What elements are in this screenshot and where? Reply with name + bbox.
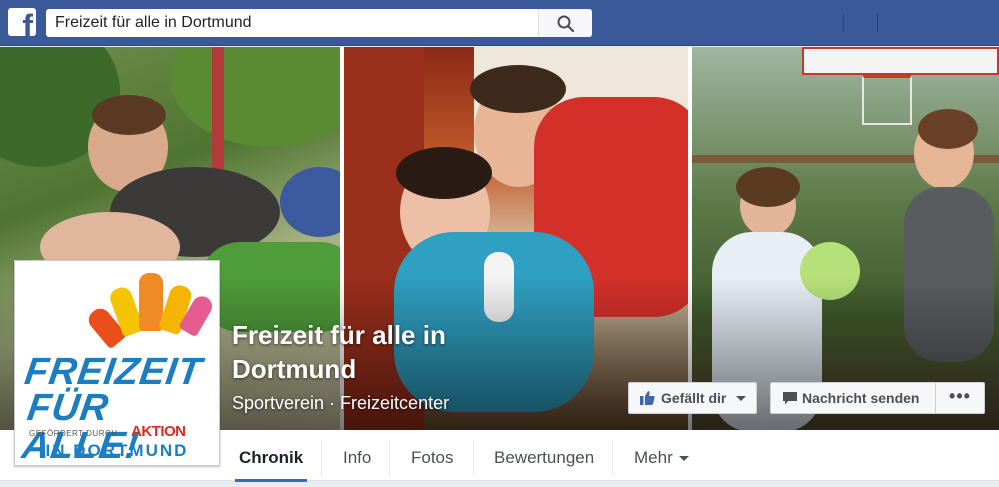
thumbs-up-icon <box>640 391 655 405</box>
topbar-divider <box>843 14 844 32</box>
page-category[interactable]: Sportverein · Freizeitcenter <box>232 392 449 414</box>
woman-right-hair <box>918 109 978 149</box>
logo-city: IN DORTMUND <box>45 441 189 460</box>
tab-bewertungen[interactable]: Bewertungen <box>494 430 594 481</box>
tree-foliage <box>170 47 340 147</box>
tab-chronik[interactable]: Chronik <box>239 430 303 481</box>
logo-sponsor-brand: AKTION <box>131 423 186 440</box>
send-message-button[interactable]: Nachricht senden <box>770 382 936 414</box>
woman-hair <box>92 95 166 135</box>
page-title[interactable]: Freizeit für alle in Dortmund <box>232 318 522 386</box>
tab-mehr-label: Mehr <box>634 448 673 467</box>
freizeit-fuer-alle-logo: FREIZEIT FÜR ALLE! GEFÖRDERT DURCH AKTIO… <box>19 265 215 461</box>
logo-text-freizeit: FREIZEIT <box>22 351 205 393</box>
tab-divider <box>389 440 390 476</box>
search-input[interactable] <box>46 9 536 37</box>
top-navigation-bar: f <box>0 0 999 46</box>
active-tab-indicator <box>235 479 307 482</box>
young-woman-hair <box>396 147 492 199</box>
young-man-hair <box>470 65 566 113</box>
more-options-button[interactable]: ••• <box>935 382 985 414</box>
tab-divider <box>612 440 613 476</box>
tab-fotos[interactable]: Fotos <box>411 430 454 481</box>
search-icon <box>557 15 574 32</box>
tab-mehr[interactable]: Mehr <box>634 430 689 481</box>
tab-divider <box>473 440 474 476</box>
search-box <box>46 9 592 37</box>
message-icon <box>783 392 797 405</box>
tab-info[interactable]: Info <box>343 430 371 481</box>
facebook-logo-icon[interactable]: f <box>8 8 36 36</box>
send-message-label: Nachricht senden <box>802 390 920 406</box>
blue-jeans <box>280 167 340 237</box>
more-options-icon: ••• <box>949 386 971 406</box>
caret-down-icon <box>736 396 746 401</box>
like-button[interactable]: Gefällt dir <box>628 382 757 414</box>
woman-left-hair <box>736 167 800 207</box>
profile-picture[interactable]: FREIZEIT FÜR ALLE! GEFÖRDERT DURCH AKTIO… <box>14 260 220 466</box>
logo-sponsor-text: GEFÖRDERT DURCH <box>29 429 118 438</box>
like-button-label: Gefällt dir <box>661 390 727 406</box>
caret-down-icon <box>678 456 689 462</box>
basketball-net <box>862 75 912 125</box>
search-button[interactable] <box>538 9 592 37</box>
topbar-divider <box>877 14 878 32</box>
basketball-backboard <box>802 47 999 75</box>
tab-divider <box>321 440 322 476</box>
